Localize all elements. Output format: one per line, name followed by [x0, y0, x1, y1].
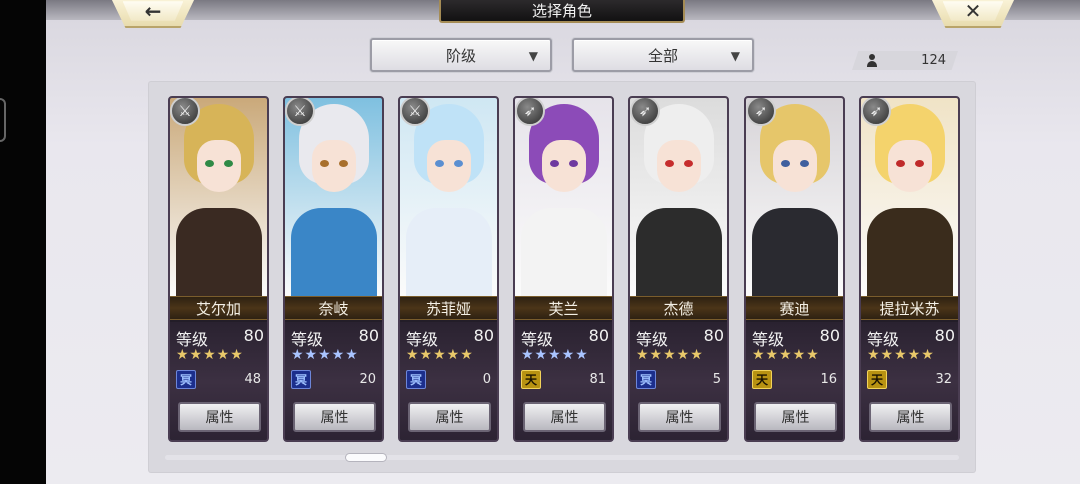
character-stats: 等级 80 ★★★★★ 冥 5 属性: [630, 322, 727, 440]
weapon-type-icon: ➶: [746, 98, 776, 126]
character-portrait: [285, 98, 382, 296]
character-card[interactable]: ⚔ 苏菲娅 等级 80 ★★★★★ 冥 0 属性: [398, 96, 499, 442]
side-handle: [0, 98, 6, 142]
weapon-type-icon: ➶: [861, 98, 891, 126]
character-card[interactable]: ➶ 杰德 等级 80 ★★★★★ 冥 5 属性: [628, 96, 729, 442]
character-card[interactable]: ⚔ 艾尔加 等级 80 ★★★★★ 冥 48 属性: [168, 96, 269, 442]
scroll-thumb[interactable]: [345, 453, 387, 462]
rank-badge-icon: 天: [867, 370, 887, 389]
close-button[interactable]: ✕: [930, 0, 1016, 28]
attribute-button[interactable]: 属性: [523, 402, 606, 432]
rank-count: 81: [589, 372, 606, 387]
level-value: 80: [358, 326, 379, 345]
character-stats: 等级 80 ★★★★★ 冥 0 属性: [400, 322, 497, 440]
character-card[interactable]: ➶ 赛迪 等级 80 ★★★★★ 天 16 属性: [744, 96, 845, 442]
chevron-down-icon: ▼: [730, 49, 740, 63]
category-filter-label: 全部: [647, 46, 678, 65]
level-value: 80: [473, 326, 494, 345]
rank-badge-icon: 冥: [636, 370, 656, 389]
scroll-track[interactable]: [165, 455, 959, 460]
rank-badge-icon: 天: [752, 370, 772, 389]
rank-badge-icon: 冥: [176, 370, 196, 389]
user-icon: [866, 54, 878, 67]
rank-filter-dropdown[interactable]: 阶级 ▼: [370, 38, 552, 72]
attribute-button[interactable]: 属性: [178, 402, 261, 432]
back-button[interactable]: ←: [110, 0, 196, 28]
character-stats: 等级 80 ★★★★★ 冥 48 属性: [170, 322, 267, 440]
attribute-button[interactable]: 属性: [638, 402, 721, 432]
star-rating: ★★★★★: [521, 347, 589, 363]
level-value: 80: [703, 326, 724, 345]
rank-count: 0: [482, 372, 491, 387]
rank-count: 32: [935, 372, 952, 387]
attribute-button[interactable]: 属性: [408, 402, 491, 432]
weapon-type-icon: ⚔: [170, 98, 200, 126]
rank-badge-icon: 冥: [406, 370, 426, 389]
star-rating: ★★★★★: [291, 347, 359, 363]
character-portrait: [746, 98, 843, 296]
attribute-button[interactable]: 属性: [869, 402, 952, 432]
character-name: 赛迪: [746, 296, 843, 320]
category-filter-dropdown[interactable]: 全部 ▼: [572, 38, 754, 72]
rank-badge-icon: 冥: [291, 370, 311, 389]
weapon-type-icon: ➶: [515, 98, 545, 126]
rank-filter-label: 阶级: [445, 46, 476, 65]
character-stats: 等级 80 ★★★★★ 天 16 属性: [746, 322, 843, 440]
weapon-type-icon: ⚔: [285, 98, 315, 126]
level-value: 80: [243, 326, 264, 345]
star-rating: ★★★★★: [636, 347, 704, 363]
character-name: 杰德: [630, 296, 727, 320]
rank-count: 48: [244, 372, 261, 387]
character-card[interactable]: ➶ 提拉米苏 等级 80 ★★★★★ 天 32 属性: [859, 96, 960, 442]
character-name: 奈岐: [285, 296, 382, 320]
level-value: 80: [934, 326, 955, 345]
star-rating: ★★★★★: [752, 347, 820, 363]
star-rating: ★★★★★: [176, 347, 244, 363]
level-value: 80: [819, 326, 840, 345]
level-value: 80: [588, 326, 609, 345]
rank-count: 20: [359, 372, 376, 387]
character-portrait: [630, 98, 727, 296]
character-portrait: [400, 98, 497, 296]
chevron-down-icon: ▼: [528, 49, 538, 63]
character-name: 艾尔加: [170, 296, 267, 320]
rank-count: 5: [712, 372, 721, 387]
character-stats: 等级 80 ★★★★★ 冥 20 属性: [285, 322, 382, 440]
page-title: 选择角色: [439, 0, 685, 23]
weapon-type-icon: ⚔: [400, 98, 430, 126]
device-left-bezel: [0, 0, 46, 484]
character-portrait: [861, 98, 958, 296]
back-arrow-icon: ←: [144, 0, 162, 23]
star-rating: ★★★★★: [867, 347, 935, 363]
character-count-badge: 124: [852, 51, 958, 70]
character-card[interactable]: ➶ 芙兰 等级 80 ★★★★★ 天 81 属性: [513, 96, 614, 442]
character-count: 124: [921, 53, 946, 68]
character-portrait: [170, 98, 267, 296]
character-name: 芙兰: [515, 296, 612, 320]
attribute-button[interactable]: 属性: [754, 402, 837, 432]
weapon-type-icon: ➶: [630, 98, 660, 126]
character-name: 苏菲娅: [400, 296, 497, 320]
rank-badge-icon: 天: [521, 370, 541, 389]
character-name: 提拉米苏: [861, 296, 958, 320]
star-rating: ★★★★★: [406, 347, 474, 363]
attribute-button[interactable]: 属性: [293, 402, 376, 432]
game-screen: ← 选择角色 ✕ 阶级 ▼ 全部 ▼ 124 ⚔ 艾尔加 等级 80 ★★★★★…: [46, 0, 1080, 484]
rank-count: 16: [820, 372, 837, 387]
close-icon: ✕: [964, 0, 982, 23]
character-stats: 等级 80 ★★★★★ 天 81 属性: [515, 322, 612, 440]
character-stats: 等级 80 ★★★★★ 天 32 属性: [861, 322, 958, 440]
character-portrait: [515, 98, 612, 296]
character-card[interactable]: ⚔ 奈岐 等级 80 ★★★★★ 冥 20 属性: [283, 96, 384, 442]
